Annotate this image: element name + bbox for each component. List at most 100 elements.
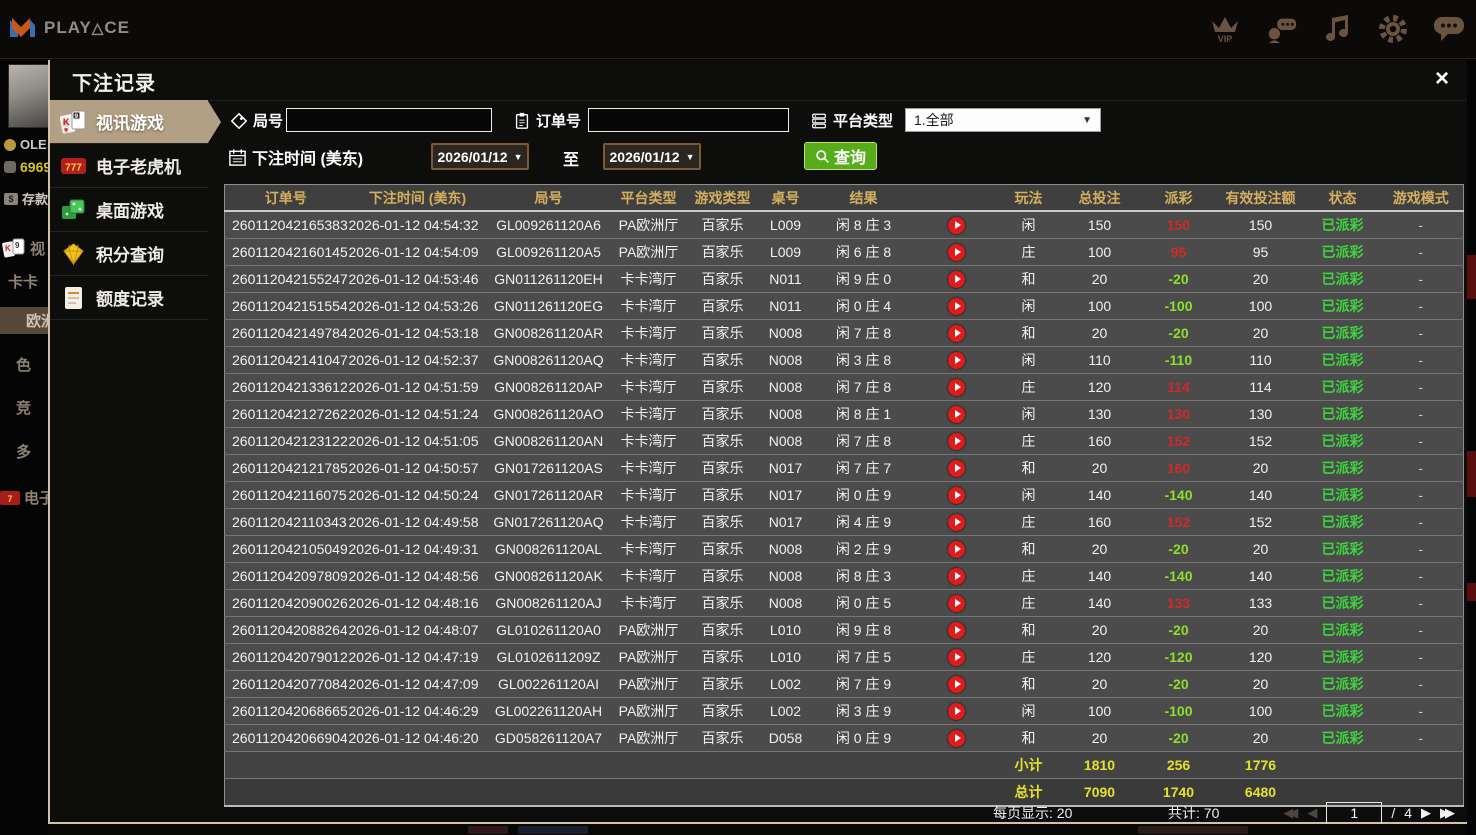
cell-mode: - [1379, 455, 1464, 482]
cell-video [913, 671, 1001, 698]
last-page-icon[interactable]: ▶▶ [1440, 805, 1455, 821]
records-icon [60, 285, 87, 311]
cell-time: 2026-01-12 04:49:58 [347, 509, 489, 536]
first-page-icon[interactable]: ◀◀ [1283, 805, 1298, 821]
video-replay-button[interactable] [948, 217, 965, 234]
cell-time: 2026-01-12 04:49:31 [347, 536, 489, 563]
modal-menu: K♥9 视讯游戏 777 电子老虎机 桌面游戏 积分查询 额度记录 [50, 100, 208, 822]
query-button[interactable]: 查询 [804, 142, 877, 170]
cell-platform: 卡卡湾厅 [609, 374, 689, 401]
date-to-picker[interactable]: 2026/01/12▼ [603, 143, 701, 170]
next-page-icon[interactable]: ▶ [1421, 805, 1431, 821]
cell-result: 闲 8 庄 1 [815, 401, 913, 428]
username-row: OLE [4, 137, 47, 152]
video-replay-button[interactable] [948, 460, 965, 477]
round-filter: 局号 [230, 110, 283, 135]
menu-item-credit-records[interactable]: 额度记录 [50, 276, 208, 320]
video-replay-button[interactable] [948, 271, 965, 288]
video-replay-button[interactable] [948, 730, 965, 747]
cell-order: 260112042151554 [225, 293, 347, 320]
video-replay-button[interactable] [948, 622, 965, 639]
cell-result: 闲 0 庄 4 [815, 293, 913, 320]
cell-game: 百家乐 [689, 509, 757, 536]
cell-order: 260112042121785 [225, 455, 347, 482]
calendar-icon [228, 148, 247, 167]
video-replay-button[interactable] [948, 703, 965, 720]
cell-result: 闲 0 庄 5 [815, 590, 913, 617]
cell-video [913, 374, 1001, 401]
cell-video [913, 320, 1001, 347]
cell-status: 已派彩 [1307, 536, 1379, 563]
platform-select[interactable]: 1.全部▼ [905, 108, 1101, 132]
close-icon[interactable]: × [1435, 65, 1449, 93]
platform-filter: 平台类型 [810, 110, 893, 135]
video-replay-button[interactable] [948, 595, 965, 612]
cell-platform: 卡卡湾厅 [609, 293, 689, 320]
video-replay-button[interactable] [948, 433, 965, 450]
table-row: 2601120421272622026-01-12 04:51:24GN0082… [225, 401, 1464, 428]
video-replay-button[interactable] [948, 649, 965, 666]
bg-menu-jing[interactable]: 竞 [16, 397, 31, 418]
cell-valid: 20 [1215, 725, 1307, 752]
cell-tableid: N008 [757, 428, 815, 455]
cell-mode: - [1379, 536, 1464, 563]
music-icon[interactable] [1320, 10, 1354, 48]
bg-menu-video[interactable]: K9 视 [2, 237, 45, 259]
cell-play: 和 [1001, 455, 1057, 482]
menu-item-table-games[interactable]: 桌面游戏 [50, 188, 208, 232]
video-replay-button[interactable] [948, 298, 965, 315]
modal-title: 下注记录 [72, 67, 156, 96]
playace-logo[interactable]: PLAY△CE [8, 14, 130, 42]
table-row: 2601120421497842026-01-12 04:53:18GN0082… [225, 320, 1464, 347]
cell-order: 260112042116075 [225, 482, 347, 509]
video-replay-button[interactable] [948, 379, 965, 396]
cell-platform: 卡卡湾厅 [609, 401, 689, 428]
cell-valid: 120 [1215, 644, 1307, 671]
cell-time: 2026-01-12 04:53:26 [347, 293, 489, 320]
menu-item-points[interactable]: 积分查询 [50, 232, 208, 276]
table-row: 2601120421231222026-01-12 04:51:05GN0082… [225, 428, 1464, 455]
deposit-button[interactable]: $存款 [4, 189, 48, 208]
cell-tableid: N008 [757, 374, 815, 401]
avatar[interactable] [8, 64, 48, 128]
video-replay-button[interactable] [948, 568, 965, 585]
date-from-picker[interactable]: 2026/01/12▼ [431, 143, 529, 170]
vip-icon[interactable]: VIP [1208, 10, 1242, 48]
cell-game: 百家乐 [689, 266, 757, 293]
cell-valid: 114 [1215, 374, 1307, 401]
cell-platform: PA欧洲厅 [609, 211, 689, 239]
chat-icon[interactable] [1432, 10, 1466, 48]
video-replay-button[interactable] [948, 514, 965, 531]
gear-icon[interactable] [1376, 10, 1410, 48]
video-replay-button[interactable] [948, 541, 965, 558]
bg-menu-kaka[interactable]: 卡卡 [8, 271, 38, 292]
round-input[interactable] [286, 108, 492, 132]
menu-item-slots[interactable]: 777 电子老虎机 [50, 144, 208, 188]
cards-icon: K9 [2, 237, 26, 259]
video-replay-button[interactable] [948, 352, 965, 369]
bg-menu-duo[interactable]: 多 [16, 441, 31, 462]
video-replay-button[interactable] [948, 406, 965, 423]
cell-payout: -20 [1143, 320, 1215, 347]
video-replay-button[interactable] [948, 244, 965, 261]
bg-menu-se[interactable]: 色 [16, 354, 31, 375]
cell-time: 2026-01-12 04:54:09 [347, 239, 489, 266]
cell-order: 260112042123122 [225, 428, 347, 455]
cell-status: 已派彩 [1307, 401, 1379, 428]
video-replay-button[interactable] [948, 676, 965, 693]
video-replay-button[interactable] [948, 487, 965, 504]
video-replay-button[interactable] [948, 325, 965, 342]
prev-page-icon[interactable]: ◀ [1307, 805, 1317, 821]
customer-service-icon[interactable] [1264, 10, 1298, 48]
cell-game: 百家乐 [689, 482, 757, 509]
menu-item-video-games[interactable]: K♥9 视讯游戏 [50, 100, 208, 144]
page-input[interactable]: 1 [1326, 802, 1382, 825]
table-header: 订单号 下注时间 (美东) 局号 平台类型 游戏类型 桌号 结果 玩法 总投注 … [225, 185, 1464, 212]
bg-menu-europe[interactable]: 欧洲 [0, 307, 48, 334]
bg-menu-slots[interactable]: 7 电子 [0, 487, 48, 508]
order-input[interactable] [588, 108, 789, 132]
cell-round: GN008261120AP [489, 374, 609, 401]
cell-payout: -100 [1143, 698, 1215, 725]
cell-round: GL0102611209Z [489, 644, 609, 671]
cell-game: 百家乐 [689, 644, 757, 671]
